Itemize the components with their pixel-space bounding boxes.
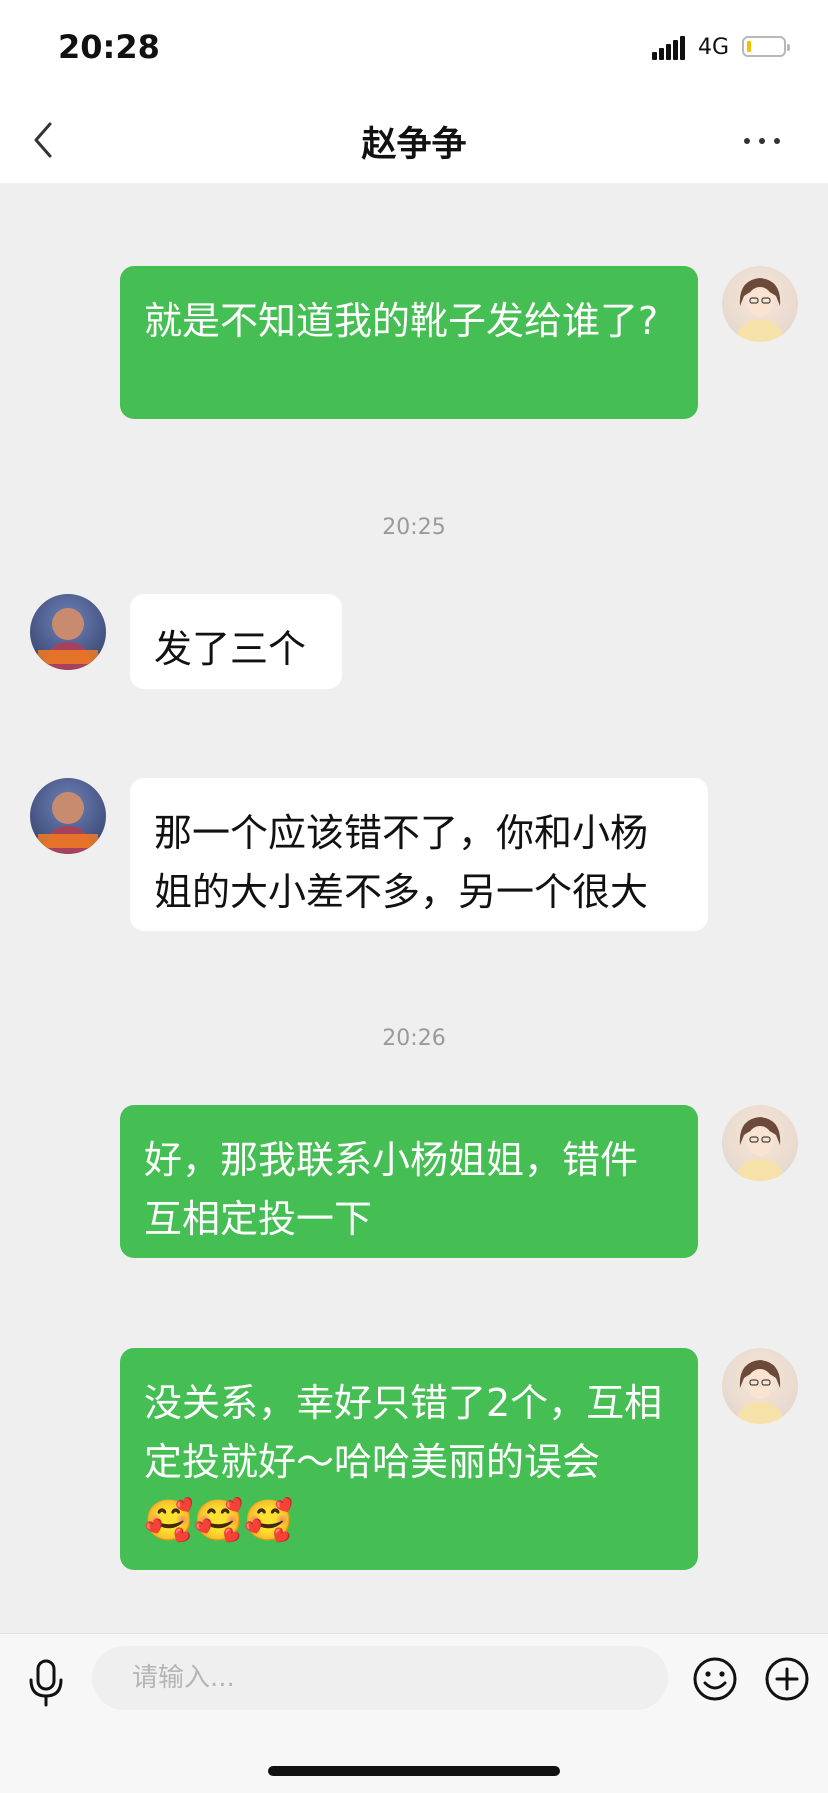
timestamp: 20:26 [382,1026,446,1051]
emoji-sequence: 🥰🥰🥰 [144,1498,294,1544]
signal-icon [652,36,686,60]
battery-icon [742,36,790,57]
status-time: 20:28 [58,28,160,66]
input-bar [0,1633,828,1793]
message-bubble-outgoing[interactable]: 就是不知道我的靴子发给谁了? [120,266,698,419]
plus-circle-icon[interactable] [764,1656,810,1702]
message-text: 没关系，幸好只错了2个，互相定投就好～哈哈美丽的误会 [144,1381,663,1484]
message-text: 发了三个 [154,627,307,671]
message-bubble-outgoing[interactable]: 好，那我联系小杨姐姐，错件互相定投一下 [120,1105,698,1258]
home-indicator[interactable] [268,1766,560,1776]
smiley-icon[interactable] [692,1656,738,1702]
message-text: 就是不知道我的靴子发给谁了? [144,299,659,343]
message-input[interactable] [92,1646,668,1710]
nav-bar: 赵争争 [0,100,828,183]
ellipsis-icon[interactable] [740,126,784,156]
avatar-contact[interactable] [30,778,106,854]
avatar-self[interactable] [722,266,798,342]
network-type: 4G [698,35,730,60]
microphone-icon[interactable] [24,1658,68,1708]
message-bubble-incoming[interactable]: 那一个应该错不了，你和小杨姐的大小差不多，另一个很大 [130,778,708,931]
avatar-self[interactable] [722,1105,798,1181]
avatar-self[interactable] [722,1348,798,1424]
message-bubble-outgoing[interactable]: 没关系，幸好只错了2个，互相定投就好～哈哈美丽的误会 🥰🥰🥰 [120,1348,698,1570]
chat-title: 赵争争 [361,125,467,165]
avatar-contact[interactable] [30,594,106,670]
message-text: 好，那我联系小杨姐姐，错件互相定投一下 [144,1138,639,1241]
timestamp: 20:25 [382,515,446,540]
message-bubble-incoming[interactable]: 发了三个 [130,594,342,689]
status-bar: 20:28 4G [0,0,828,100]
chat-area[interactable]: 就是不知道我的靴子发给谁了? 20:25 发了三个 那一个应该错不了，你和小杨姐… [0,183,828,1633]
message-text: 那一个应该错不了，你和小杨姐的大小差不多，另一个很大 [154,811,649,914]
